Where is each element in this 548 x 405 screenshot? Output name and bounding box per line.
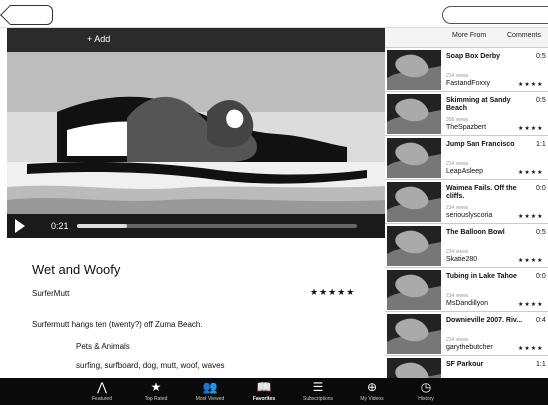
related-video-author: LeapAsleep (446, 168, 483, 175)
related-video-title: Soap Box Derby (446, 53, 501, 60)
related-video-item[interactable]: Soap Box Derby 0:5 234 views FastandFoxx… (385, 48, 548, 92)
top-navigation-bar (0, 0, 548, 28)
related-video-item[interactable]: The Balloon Bowl 0:5 234 views Skatie280… (385, 224, 548, 268)
rating-stars: ★★★★★ (310, 287, 356, 297)
tab-label: Featured (91, 396, 112, 402)
related-video-duration: 0:4 (536, 317, 546, 324)
elapsed-time: 0:21 (51, 221, 69, 231)
tab-history[interactable]: ◷ History (398, 378, 454, 405)
bottom-tab-bar: ⋀ Featured ★ Top Rated 👥 Most Viewed 📖 F… (0, 378, 548, 405)
video-controls: 0:21 (7, 214, 385, 238)
related-video-item[interactable]: Jump San Francisco 1:1 234 views LeapAsl… (385, 136, 548, 180)
search-input[interactable] (442, 6, 548, 24)
related-video-views: 234 views (446, 73, 469, 79)
tab-more-from[interactable]: More From (452, 32, 486, 39)
related-video-thumbnail (387, 50, 441, 90)
video-description: Surfermutt hangs ten (twenty?) off Zuma … (32, 320, 203, 329)
video-top-bar: + Add (7, 28, 385, 52)
book-icon: 📖 (256, 380, 272, 394)
related-video-duration: 0:5 (536, 229, 546, 236)
tab-label: Most Viewed (195, 396, 225, 402)
related-video-duration: 0:5 (536, 97, 546, 104)
related-video-stars: ★★★★ (518, 346, 544, 352)
related-video-views: 234 views (446, 161, 469, 167)
related-video-item[interactable]: Tubing in Lake Tahoe 0:0 234 views MsDan… (385, 268, 548, 312)
tab-label: History (418, 396, 434, 402)
related-video-thumbnail (387, 270, 441, 310)
related-video-stars: ★★★★ (518, 214, 544, 220)
related-video-thumbnail (387, 358, 441, 378)
tab-label: My Videos (360, 396, 384, 402)
video-title: Wet and Woofy (32, 262, 121, 277)
video-frame (7, 52, 385, 214)
related-video-duration: 1:1 (536, 141, 546, 148)
related-video-author: garythebutcher (446, 344, 493, 351)
related-videos-panel: More From Comments Soap Box Derby 0:5 23… (385, 28, 548, 378)
related-video-duration: 1:1 (536, 361, 546, 368)
related-video-stars: ★★★★ (518, 258, 544, 264)
related-video-author: MsDandillyon (446, 300, 489, 307)
featured-icon: ⋀ (97, 380, 107, 394)
related-video-author: FastandFoxxy (446, 80, 490, 87)
related-video-stars: ★★★★ (518, 302, 544, 308)
related-video-title: Jump San Francisco (446, 141, 515, 148)
related-video-thumbnail (387, 138, 441, 178)
video-tags: surfing, surfboard, dog, mutt, woof, wav… (76, 361, 225, 370)
related-tabs: More From Comments (385, 28, 548, 48)
add-button[interactable]: + Add (87, 34, 110, 44)
progress-bar[interactable] (77, 224, 357, 228)
related-video-views: 234 views (446, 337, 469, 343)
related-video-thumbnail (387, 226, 441, 266)
related-video-duration: 0:0 (536, 185, 546, 192)
video-author[interactable]: SurferMutt (32, 289, 69, 298)
tab-top-rated[interactable]: ★ Top Rated (128, 378, 184, 405)
related-video-title: Tubing in Lake Tahoe (446, 273, 517, 280)
tab-label: Top Rated (144, 396, 168, 402)
related-video-stars: ★★★★ (518, 82, 544, 88)
related-video-thumbnail (387, 182, 441, 222)
tab-label: Subscriptions (302, 396, 333, 402)
star-icon: ★ (150, 380, 162, 394)
related-video-item[interactable]: Downieville 2007. Riv... 0:4 234 views g… (385, 312, 548, 356)
related-video-views: 234 views (446, 293, 469, 299)
related-video-duration: 0:5 (536, 53, 546, 60)
related-video-item[interactable]: SF Parkour 1:1 (385, 356, 548, 378)
play-icon[interactable] (15, 219, 25, 233)
clock-icon: ◷ (420, 380, 432, 394)
related-video-title: SF Parkour (446, 361, 484, 368)
related-video-stars: ★★★★ (518, 126, 544, 132)
video-category: Pets & Animals (76, 342, 130, 351)
related-video-thumbnail (387, 94, 441, 134)
related-video-item[interactable]: Skimming at Sandy Beach 0:5 356 views Th… (385, 92, 548, 136)
tab-my-videos[interactable]: ⊕ My Videos (344, 378, 400, 405)
related-video-title: Waimea Fails. Off the cliffs. (446, 185, 517, 200)
back-button[interactable] (9, 5, 53, 25)
related-video-thumbnail (387, 314, 441, 354)
subscriptions-icon: ☰ (312, 380, 324, 394)
related-video-list: Soap Box Derby 0:5 234 views FastandFoxx… (385, 48, 548, 378)
tab-favorites[interactable]: 📖 Favorites (236, 378, 292, 405)
related-video-title: The Balloon Bowl (446, 229, 505, 236)
video-player[interactable]: + Add 0:21 (7, 28, 385, 238)
related-video-title: Downieville 2007. Riv... (446, 317, 523, 324)
tab-most-viewed[interactable]: 👥 Most Viewed (182, 378, 238, 405)
related-video-author: Skatie280 (446, 256, 478, 263)
upload-icon: ⊕ (366, 380, 378, 394)
related-video-title: Skimming at Sandy Beach (446, 97, 511, 112)
tab-comments[interactable]: Comments (507, 32, 541, 39)
related-video-views: 356 views (446, 117, 469, 123)
tab-featured[interactable]: ⋀ Featured (74, 378, 130, 405)
related-video-views: 234 views (446, 249, 469, 255)
related-video-duration: 0:0 (536, 273, 546, 280)
users-icon: 👥 (202, 380, 218, 394)
related-video-author: seriouslyscoria (446, 212, 493, 219)
progress-fill (77, 224, 128, 228)
tab-label: Favorites (252, 396, 276, 402)
related-video-item[interactable]: Waimea Fails. Off the cliffs. 0:0 234 vi… (385, 180, 548, 224)
tab-subscriptions[interactable]: ☰ Subscriptions (290, 378, 346, 405)
related-video-author: TheSpazbert (446, 124, 487, 131)
related-video-views: 234 views (446, 205, 469, 211)
related-video-stars: ★★★★ (518, 170, 544, 176)
